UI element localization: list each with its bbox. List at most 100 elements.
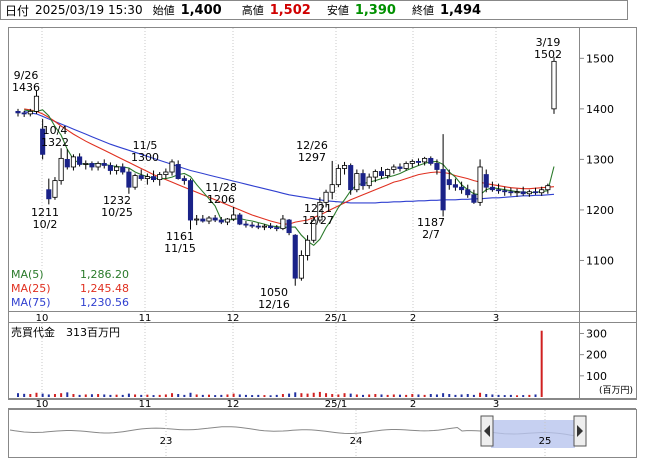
candle-body (268, 225, 274, 229)
candle (292, 234, 298, 286)
volume-date-tick-label: 11 (139, 399, 152, 410)
volume-bar (374, 394, 377, 397)
price-tick-label: 1500 (586, 52, 614, 65)
candle (163, 168, 169, 179)
volume-bar (300, 393, 303, 397)
volume-bar (263, 395, 266, 397)
candle-body (157, 174, 163, 181)
volume-bar (220, 394, 223, 397)
volume-bar (41, 393, 44, 397)
volume-bar (355, 394, 358, 397)
candle (206, 215, 212, 225)
volume-tick-label: 100 (586, 370, 607, 383)
candle-body (89, 163, 95, 168)
candle (305, 235, 311, 261)
candle-body (465, 189, 471, 196)
volume-bar (244, 394, 247, 397)
candle-body (249, 224, 255, 227)
candle (255, 223, 261, 230)
candle (231, 206, 237, 222)
volume-bar (152, 395, 155, 397)
candle-body (471, 194, 477, 203)
volume-bar (331, 394, 334, 397)
candle-body (335, 168, 341, 186)
navigator-selection[interactable] (491, 420, 575, 448)
candle-body (409, 161, 415, 164)
annotation-line: 11/15 (164, 242, 196, 255)
volume-bar (386, 394, 389, 397)
candle-body (508, 191, 514, 194)
candle-body (194, 218, 200, 221)
candle (391, 164, 397, 174)
candle-body (305, 239, 311, 256)
candle (298, 250, 304, 281)
volume-bar (349, 393, 352, 397)
price-annotation: 1161 11/15 (164, 230, 196, 255)
annotation-line: 1436 (12, 81, 40, 94)
candle (329, 160, 335, 200)
candle-body (83, 163, 89, 165)
volume-bar (183, 394, 186, 397)
candle-body (391, 166, 397, 170)
candle (249, 222, 255, 229)
volume-bar (97, 394, 100, 397)
candle-body (70, 156, 77, 168)
candle (107, 162, 113, 175)
candle-body (459, 186, 465, 191)
candle-body (489, 186, 495, 191)
candle-body (532, 191, 539, 194)
candle (452, 178, 458, 191)
navigator-right-handle[interactable] (573, 415, 587, 447)
candle (175, 160, 181, 180)
date-tick-label: 12 (227, 313, 240, 324)
candle-body (323, 191, 329, 203)
candle (428, 156, 434, 166)
candle (366, 173, 372, 189)
volume-bar (238, 394, 241, 397)
volume-bar (171, 393, 174, 397)
annotation-line: 1206 (207, 193, 235, 206)
candle-body (366, 176, 372, 187)
candle (126, 168, 132, 194)
volume-bar (411, 394, 414, 397)
annotation-line: 1502 (534, 48, 562, 61)
annotation-line: 12/27 (302, 214, 334, 227)
candle-body (169, 161, 175, 173)
price-annotation: 10/4 1322 (41, 124, 69, 149)
candle-body (274, 227, 280, 230)
volume-bar (368, 394, 371, 397)
price-tick-label: 1200 (586, 204, 614, 217)
annotation-line: 1297 (298, 151, 326, 164)
volume-bar (78, 394, 81, 397)
volume-bar (380, 394, 383, 397)
volume-bar (121, 394, 124, 397)
candle-body (21, 112, 27, 115)
volume-bar (540, 330, 543, 397)
candle-body (46, 189, 52, 200)
volume-bar (497, 394, 500, 397)
volume-bar (207, 394, 210, 397)
candle-body (114, 166, 120, 171)
candle-body (526, 191, 532, 195)
navigator-left-handle[interactable] (480, 415, 494, 447)
price-tick-label: 1300 (586, 153, 614, 166)
volume-bar (405, 394, 408, 397)
price-chart[interactable]: 1500 1400 1300 1200 1100 10 10 11 11 12 12 25/1 25/… (0, 0, 653, 470)
volume-date-tick-label: 25/1 (325, 399, 347, 410)
volume-bar (103, 394, 106, 397)
volume-date-tick-label: 2 (410, 399, 416, 410)
candle (89, 161, 95, 171)
date-tick-label: 2 (410, 313, 416, 324)
volume-bar (226, 394, 229, 397)
volume-bar (362, 394, 365, 397)
candle-body (403, 163, 409, 169)
candle (502, 186, 508, 196)
candle-body (378, 171, 385, 176)
volume-bar (72, 394, 75, 397)
price-annotation: 1221 12/27 (302, 202, 334, 227)
volume-bar (448, 394, 451, 397)
candle (471, 189, 477, 204)
candle-body (422, 157, 428, 163)
volume-bar (325, 393, 328, 397)
candle (335, 164, 341, 188)
